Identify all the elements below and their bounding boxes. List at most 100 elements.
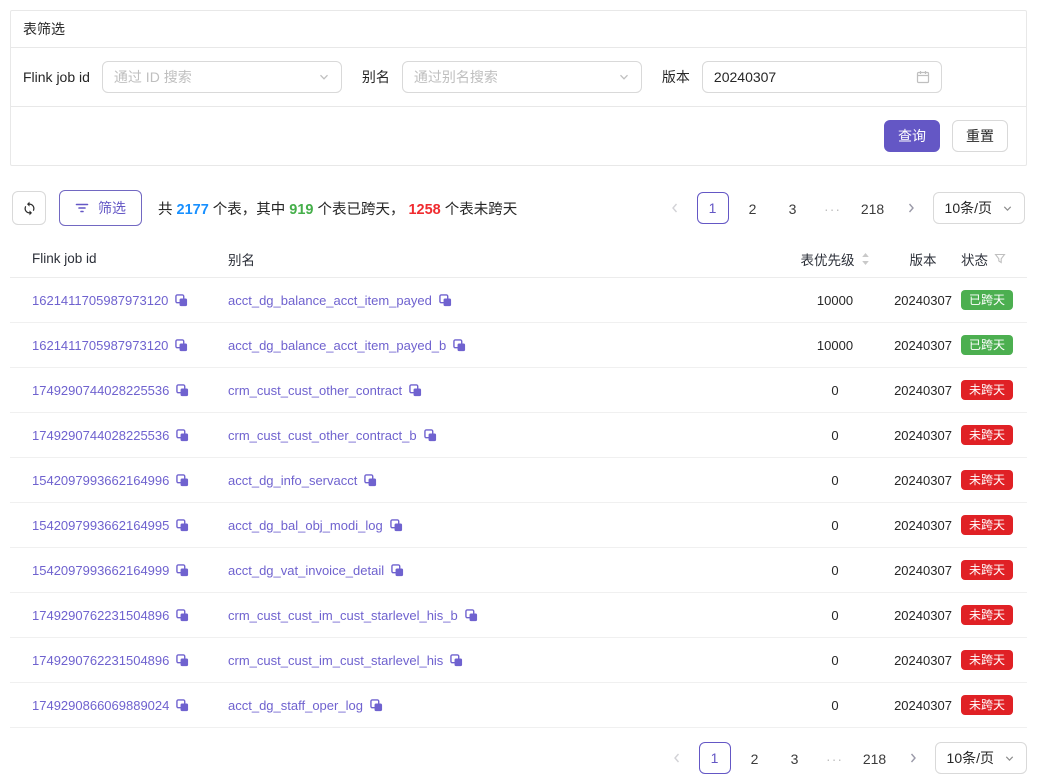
priority-cell: 10000	[785, 338, 885, 353]
job-id-link[interactable]: 1749290762231504896	[32, 608, 169, 623]
page-size-value: 10条/页	[947, 748, 994, 768]
column-header-priority[interactable]: 表优先级	[785, 249, 885, 269]
alias-cell: crm_cust_cust_im_cust_starlevel_his_b	[228, 608, 785, 623]
alias-link[interactable]: crm_cust_cust_im_cust_starlevel_his	[228, 653, 443, 668]
chevron-down-icon	[1002, 203, 1013, 214]
job-id-link[interactable]: 1542097993662164999	[32, 563, 169, 578]
alias-link[interactable]: acct_dg_bal_obj_modi_log	[228, 518, 383, 533]
flink-job-id-select[interactable]: 通过 ID 搜索	[102, 61, 342, 93]
copy-icon[interactable]	[176, 564, 189, 577]
copy-icon[interactable]	[364, 474, 377, 487]
pagination-next-button[interactable]	[899, 742, 927, 774]
pagination-prev-button[interactable]	[661, 192, 689, 224]
alias-link[interactable]: acct_dg_info_servacct	[228, 473, 357, 488]
alias-select[interactable]: 通过别名搜索	[402, 61, 642, 93]
chevron-left-icon	[671, 752, 683, 764]
alias-link[interactable]: crm_cust_cust_other_contract	[228, 383, 402, 398]
page-size-select[interactable]: 10条/页	[935, 742, 1027, 774]
priority-cell: 0	[785, 383, 885, 398]
table-row: 1749290744028225536 crm_cust_cust_other_…	[10, 413, 1027, 458]
job-id-link[interactable]: 1749290866069889024	[32, 698, 169, 713]
pagination-page-2[interactable]: 2	[739, 742, 771, 774]
summary-text: 个表已跨天，	[317, 202, 404, 218]
copy-icon[interactable]	[453, 339, 466, 352]
status-cell: 未跨天	[961, 470, 1017, 490]
copy-icon[interactable]	[176, 519, 189, 532]
page: 表筛选 Flink job id 通过 ID 搜索 别名 通过别名搜索	[0, 0, 1037, 767]
table-footer: 123···218 10条/页	[10, 742, 1027, 774]
column-header-flink-job-id: Flink job id	[32, 251, 228, 266]
copy-icon[interactable]	[439, 294, 452, 307]
alias-link[interactable]: acct_dg_vat_invoice_detail	[228, 563, 384, 578]
copy-icon[interactable]	[465, 609, 478, 622]
alias-link[interactable]: crm_cust_cust_im_cust_starlevel_his_b	[228, 608, 458, 623]
job-id-link[interactable]: 1542097993662164995	[32, 518, 169, 533]
version-date-picker[interactable]: 20240307	[702, 61, 942, 93]
version-cell: 20240307	[885, 428, 961, 443]
copy-icon[interactable]	[176, 609, 189, 622]
status-badge: 未跨天	[961, 650, 1013, 670]
pagination-page-1[interactable]: 1	[699, 742, 731, 774]
copy-icon[interactable]	[370, 699, 383, 712]
pagination-page-1[interactable]: 1	[697, 192, 729, 224]
page-size-value: 10条/页	[945, 198, 992, 218]
job-id-link[interactable]: 1542097993662164996	[32, 473, 169, 488]
pagination-page-2[interactable]: 2	[737, 192, 769, 224]
job-id-link[interactable]: 1749290744028225536	[32, 428, 169, 443]
pagination-prev-button[interactable]	[663, 742, 691, 774]
pagination-next-button[interactable]	[897, 192, 925, 224]
summary-text: 共	[158, 202, 173, 218]
funnel-filter-icon[interactable]	[994, 253, 1006, 265]
copy-icon[interactable]	[424, 429, 437, 442]
table-row: 1542097993662164999 acct_dg_vat_invoice_…	[10, 548, 1027, 593]
alias-cell: acct_dg_balance_acct_item_payed_b	[228, 338, 785, 353]
copy-icon[interactable]	[391, 564, 404, 577]
job-id-link[interactable]: 1749290762231504896	[32, 653, 169, 668]
filter-panel-button[interactable]: 筛选	[59, 190, 142, 226]
job-id-link[interactable]: 1621411705987973120	[32, 338, 168, 353]
copy-icon[interactable]	[409, 384, 422, 397]
alias-link[interactable]: acct_dg_balance_acct_item_payed_b	[228, 338, 446, 353]
pagination-page-218[interactable]: 218	[859, 742, 891, 774]
alias-link[interactable]: acct_dg_balance_acct_item_payed	[228, 293, 432, 308]
alias-link[interactable]: crm_cust_cust_other_contract_b	[228, 428, 417, 443]
pagination-page-3[interactable]: 3	[777, 192, 809, 224]
copy-icon[interactable]	[176, 654, 189, 667]
copy-icon[interactable]	[175, 339, 188, 352]
filter-lines-icon	[75, 202, 89, 214]
query-button[interactable]: 查询	[884, 120, 940, 152]
summary-total-count: 2177	[177, 202, 209, 218]
column-header-version: 版本	[885, 249, 961, 269]
chevron-down-icon	[318, 71, 330, 83]
reset-button[interactable]: 重置	[952, 120, 1008, 152]
alias-cell: acct_dg_vat_invoice_detail	[228, 563, 785, 578]
copy-icon[interactable]	[176, 429, 189, 442]
table-row: 1749290866069889024 acct_dg_staff_oper_l…	[10, 683, 1027, 728]
pagination-ellipsis[interactable]: ···	[817, 192, 849, 224]
flink-job-id-placeholder: 通过 ID 搜索	[114, 67, 192, 87]
copy-icon[interactable]	[175, 294, 188, 307]
chevron-down-icon	[1004, 753, 1015, 764]
field-flink-job-id: Flink job id 通过 ID 搜索	[23, 61, 342, 93]
copy-icon[interactable]	[450, 654, 463, 667]
job-id-link[interactable]: 1749290744028225536	[32, 383, 169, 398]
copy-icon[interactable]	[390, 519, 403, 532]
alias-cell: acct_dg_balance_acct_item_payed	[228, 293, 785, 308]
alias-cell: crm_cust_cust_im_cust_starlevel_his	[228, 653, 785, 668]
pagination-page-3[interactable]: 3	[779, 742, 811, 774]
page-size-select[interactable]: 10条/页	[933, 192, 1025, 224]
refresh-button[interactable]	[12, 191, 46, 225]
alias-link[interactable]: acct_dg_staff_oper_log	[228, 698, 363, 713]
job-id-link[interactable]: 1621411705987973120	[32, 293, 168, 308]
copy-icon[interactable]	[176, 699, 189, 712]
table-body: 1621411705987973120 acct_dg_balance_acct…	[10, 278, 1027, 728]
column-header-label: 状态	[961, 249, 988, 269]
copy-icon[interactable]	[176, 474, 189, 487]
sorter-icon[interactable]	[861, 252, 870, 266]
alias-placeholder: 通过别名搜索	[414, 67, 498, 87]
pagination-page-218[interactable]: 218	[857, 192, 889, 224]
column-header-label: 表优先级	[801, 249, 855, 269]
version-cell: 20240307	[885, 338, 961, 353]
pagination-ellipsis[interactable]: ···	[819, 742, 851, 774]
copy-icon[interactable]	[176, 384, 189, 397]
